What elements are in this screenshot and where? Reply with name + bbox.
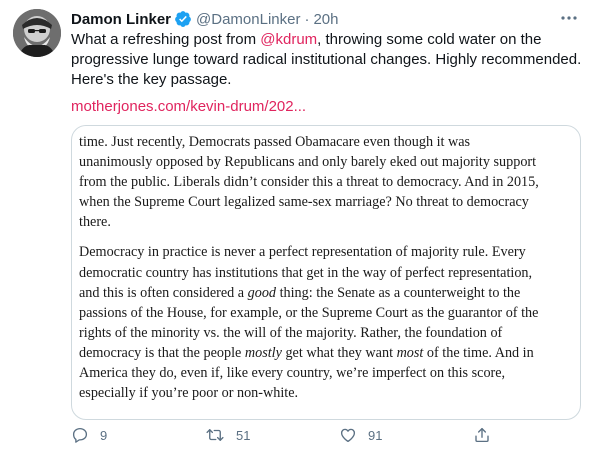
tweet-text: What a refreshing post from @kdrum, thro…: [71, 30, 582, 90]
retweet-button[interactable]: 51: [205, 425, 250, 445]
excerpt-line: passions of the House, for example, or t…: [79, 304, 539, 321]
excerpt-line: democracy is that the people mostly get …: [79, 343, 579, 363]
excerpt-line: democratic country has institutions that…: [79, 264, 533, 281]
article-excerpt: time. Just recently, Democrats passed Ob…: [79, 132, 579, 403]
quoted-image-card[interactable]: time. Just recently, Democrats passed Ob…: [71, 125, 581, 420]
like-button[interactable]: 91: [339, 425, 382, 445]
excerpt-line: and this is often considered a good thin…: [79, 283, 579, 303]
tweet-text-line-3: Here's the key passage.: [71, 71, 232, 88]
separator-dot: ·: [304, 10, 310, 28]
verified-badge-icon: [174, 10, 192, 28]
excerpt-line: unanimously opposed by Republicans and o…: [79, 154, 537, 171]
excerpt-segment: and this is often considered a: [79, 284, 248, 301]
excerpt-segment: get what they want: [281, 344, 397, 361]
excerpt-segment: democracy is that the people: [79, 344, 245, 361]
excerpt-emphasis: mostly: [244, 344, 282, 361]
share-icon: [473, 426, 491, 444]
action-bar: 9 51 91: [71, 425, 511, 445]
tweet-text-segment: , throwing some cold water on the: [317, 31, 542, 48]
excerpt-line: rights of the minority vs. the will of t…: [79, 324, 503, 341]
excerpt-emphasis: good: [247, 284, 277, 301]
excerpt-line: when the Supreme Court legalized same-se…: [79, 194, 529, 211]
author-name[interactable]: Damon Linker: [71, 11, 171, 28]
article-link[interactable]: motherjones.com/kevin-drum/202...: [71, 97, 306, 117]
excerpt-segment: thing: the Senate as a counterweight to …: [276, 284, 521, 301]
reply-icon: [71, 426, 89, 444]
reply-button[interactable]: 9: [71, 425, 107, 445]
retweet-icon: [205, 426, 225, 444]
tweet[interactable]: Damon Linker @DamonLinker · 20h What a r…: [0, 0, 592, 450]
excerpt-line: from the public. Liberals didn’t conside…: [79, 174, 539, 191]
like-count: 91: [368, 427, 383, 443]
excerpt-line: America they do, even if, like every cou…: [79, 365, 506, 382]
tweet-text-line-2: progressive lunge toward radical institu…: [71, 51, 582, 68]
share-button[interactable]: [473, 425, 491, 445]
excerpt-line: Democracy in practice is never a perfect…: [79, 244, 526, 261]
like-icon: [339, 426, 357, 444]
tweet-text-segment: What a refreshing post from: [71, 31, 261, 48]
excerpt-line: there.: [79, 214, 111, 231]
tweet-timestamp[interactable]: 20h: [313, 11, 338, 28]
more-icon[interactable]: [558, 9, 580, 27]
tweet-text-line-1: What a refreshing post from @kdrum, thro…: [71, 30, 571, 50]
excerpt-line: time. Just recently, Democrats passed Ob…: [79, 134, 471, 150]
mention-link[interactable]: @kdrum: [260, 31, 317, 48]
tweet-header: Damon Linker @DamonLinker · 20h: [71, 9, 552, 29]
excerpt-emphasis: most: [396, 344, 424, 361]
excerpt-line: especially if you’re poor or non-white.: [79, 385, 299, 402]
author-handle[interactable]: @DamonLinker: [196, 11, 300, 28]
retweet-count: 51: [236, 427, 251, 443]
reply-count: 9: [100, 427, 108, 443]
avatar[interactable]: [13, 9, 61, 57]
excerpt-segment: of the time. And in: [423, 344, 534, 361]
